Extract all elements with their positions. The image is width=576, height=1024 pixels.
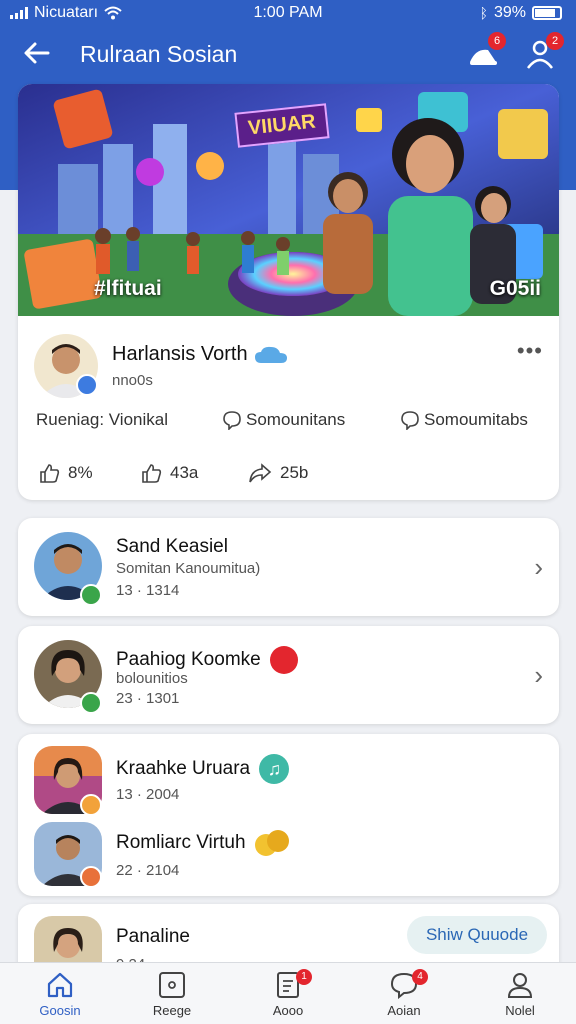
cloud-icon — [255, 346, 288, 363]
person-name: Kraahke Uruara ♫ — [116, 754, 290, 784]
person-meta: 13 · 1314 — [116, 582, 180, 599]
comments-link-a[interactable]: Somounitans — [222, 410, 345, 430]
chevron-right-icon[interactable]: › — [534, 552, 543, 583]
person-name: Sand Keasiel — [116, 536, 228, 557]
author-subtitle: nno0s — [112, 372, 153, 389]
back-arrow-icon[interactable] — [22, 38, 52, 68]
show-quote-button[interactable]: Shiw Quuode — [407, 916, 547, 954]
person-name: Panaline — [116, 926, 190, 947]
dice-icon — [159, 972, 185, 998]
nav-badge: 4 — [412, 969, 428, 985]
speech-bubble-icon — [401, 411, 419, 430]
share-arrow-icon — [249, 463, 272, 483]
author-name: Harlansis Vorth — [112, 343, 289, 366]
chevron-right-icon[interactable]: › — [534, 660, 543, 691]
clock: 1:00 PAM — [253, 4, 323, 21]
list-item[interactable]: Sand Keasiel Somitan Kanoumitua) 13 · 13… — [18, 518, 559, 616]
comments-link-b[interactable]: Somoumitabs — [400, 410, 528, 430]
battery-percent: 39% — [493, 4, 526, 21]
list-item[interactable]: Paahiog Koomke bolounitios 23 · 1301 › — [18, 626, 559, 724]
like-button[interactable]: 8% — [38, 462, 93, 484]
person-name: Romliarc Virtuh — [116, 830, 291, 856]
more-options-icon[interactable]: ••• — [517, 338, 543, 364]
verified-badge-icon — [76, 374, 98, 396]
share-button[interactable]: 25b — [248, 462, 308, 484]
nav-item-reege[interactable]: Reege — [132, 971, 212, 1018]
status-icon — [80, 794, 102, 816]
profile-icon — [507, 973, 533, 998]
nav-item-aoian[interactable]: Aoian 4 — [364, 969, 444, 1018]
battery-icon — [532, 6, 562, 20]
nav-item-aooo[interactable]: Aooo 1 — [248, 969, 328, 1018]
bottom-navigation: Goosin Reege Aooo 1 Aoian 4 Nolel — [0, 962, 576, 1024]
page-title: Rulraan Sosian — [80, 41, 238, 67]
group-list-card: Kraahke Uruara ♫ 13 · 2004 Romliarc Virt… — [18, 734, 559, 896]
online-status-icon — [80, 692, 102, 714]
person-meta: 22 · 2104 — [116, 862, 180, 879]
app-header: Rulraan Sosian 6 2 — [0, 30, 576, 80]
running-label: Rueniag: Vionikal — [36, 410, 168, 429]
thumbs-up-outline-icon — [142, 464, 162, 483]
banner-right-caption: G05ii — [489, 277, 541, 300]
profile-menu-button[interactable]: 2 — [524, 32, 564, 72]
post-card[interactable]: VIIUAR #lfituai G05ii Harlansis Vorth nn… — [18, 84, 559, 500]
banner-left-caption: #lfituai — [94, 277, 162, 300]
status-icon — [80, 866, 102, 888]
nav-badge: 1 — [296, 969, 312, 985]
reply-button[interactable]: 43a — [140, 462, 198, 484]
person-meta: 23 · 1301 — [116, 690, 180, 707]
profile-badge: 2 — [546, 32, 564, 50]
notification-badge: 6 — [488, 32, 506, 50]
thumbs-up-icon — [40, 464, 60, 483]
person-meta: 13 · 2004 — [116, 786, 180, 803]
nav-item-profile[interactable]: Nolel — [480, 971, 560, 1018]
video-badge-icon — [270, 646, 298, 674]
speech-bubble-icon — [223, 411, 241, 430]
bluetooth-icon: ᛒ — [479, 5, 488, 21]
nav-item-home[interactable]: Goosin — [20, 971, 100, 1018]
person-subtitle: Somitan Kanoumitua) — [116, 560, 261, 577]
home-icon — [47, 972, 73, 998]
online-status-icon — [80, 584, 102, 606]
status-bar: Nicuatarı 1:00 PAM ᛒ 39% — [0, 0, 576, 26]
music-note-icon: ♫ — [259, 754, 290, 784]
person-subtitle: bolounitios — [116, 670, 188, 687]
post-banner-image[interactable]: VIIUAR #lfituai G05ii — [18, 84, 559, 316]
notifications-button[interactable]: 6 — [466, 32, 506, 72]
coins-icon — [254, 830, 291, 856]
